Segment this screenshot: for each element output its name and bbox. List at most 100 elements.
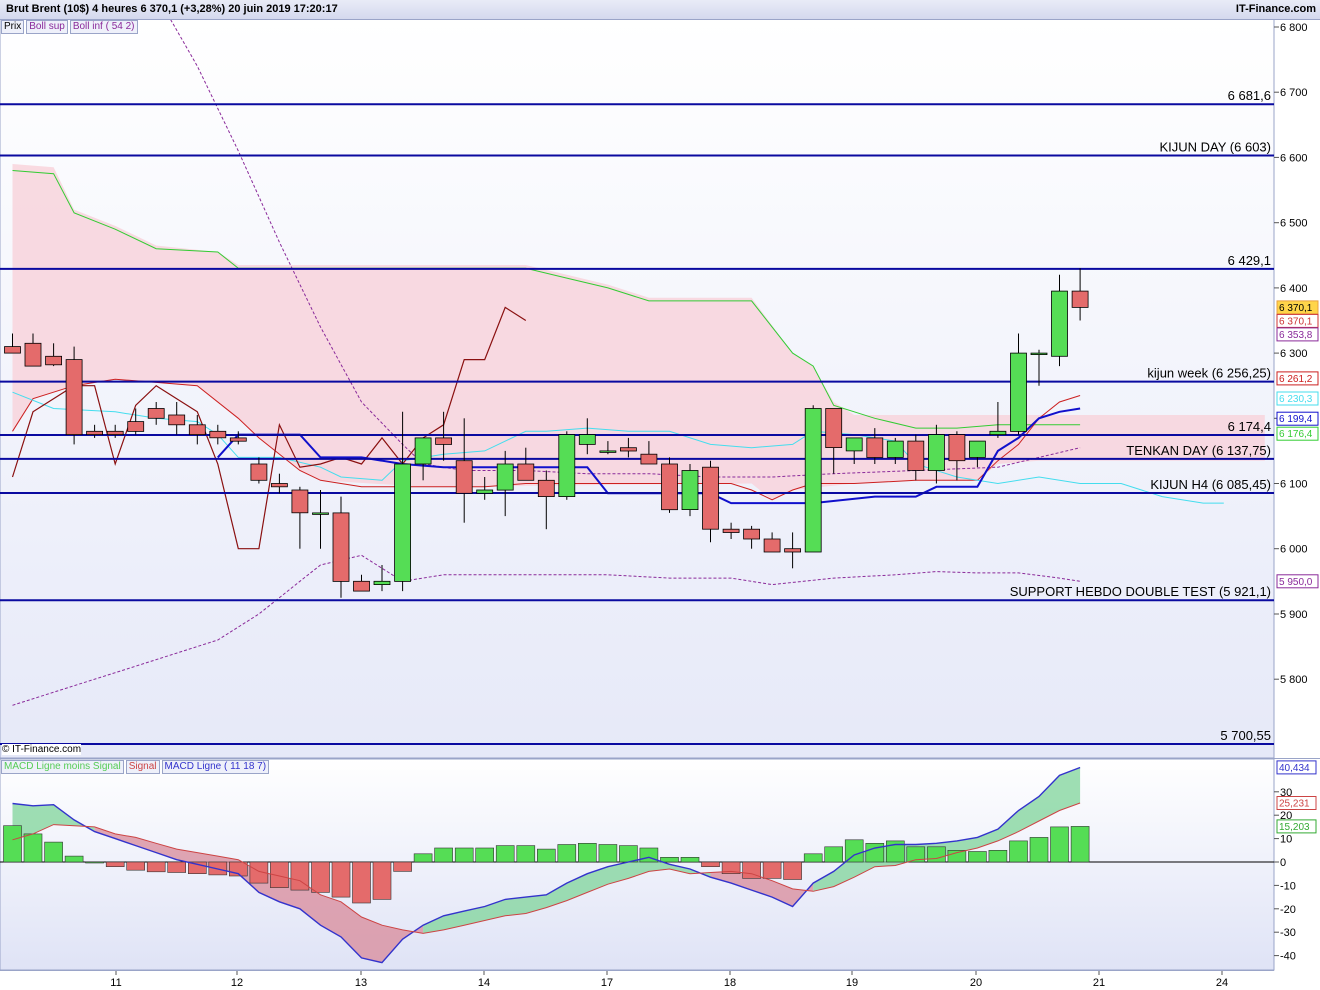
macd-tick-label-1: -30: [1280, 927, 1296, 939]
chart-header: Brut Brent (10$) 4 heures 6 370,1 (+3,28…: [0, 0, 1320, 20]
price-tick-label-6: 6 400: [1280, 283, 1308, 295]
price-tick-label-2: 6 000: [1280, 544, 1308, 556]
macd-histogram-bar-19: [393, 861, 412, 872]
macd-histogram-bar-37: [762, 861, 782, 879]
candle-0: [4, 346, 21, 354]
price-tag-3: 6 261,2: [1279, 374, 1313, 385]
x-tick-label-7: 20: [970, 977, 982, 989]
level-label-1: KIJUN DAY (6 603): [1159, 140, 1271, 155]
candle-6: [127, 421, 145, 432]
candle-9: [188, 424, 206, 435]
candle-30: [620, 447, 637, 452]
macd-histogram-bar-2: [44, 841, 63, 863]
candle-25: [517, 463, 535, 481]
price-tag-4: 6 230,3: [1279, 394, 1313, 405]
x-tick-label-5: 18: [724, 977, 736, 989]
macd-tag-0: 40,434: [1279, 763, 1310, 774]
x-tick-label-3: 14: [478, 977, 490, 989]
candle-4: [86, 430, 103, 435]
macd-histogram-bar-48: [988, 849, 1008, 863]
macd-histogram-bar-14: [290, 861, 310, 891]
candle-51: [1051, 290, 1068, 357]
macd-histogram-bar-3: [64, 855, 84, 863]
x-tick-label-8: 21: [1093, 977, 1105, 989]
candle-1: [24, 342, 42, 367]
candle-22: [455, 460, 473, 494]
macd-histogram-bar-21: [434, 847, 453, 863]
macd-histogram-bar-38: [783, 861, 802, 880]
macd-histogram-bar-41: [844, 839, 864, 863]
candle-20: [414, 437, 432, 465]
macd-histogram-bar-4: [85, 861, 104, 864]
price-tag-2: 6 353,8: [1279, 330, 1313, 341]
macd-histogram-bar-22: [454, 847, 474, 863]
candle-47: [969, 440, 986, 458]
macd-tick-label-5: 10: [1280, 834, 1292, 846]
macd-histogram-bar-40: [824, 846, 844, 863]
macd-histogram-bar-25: [516, 845, 536, 863]
candle-37: [763, 538, 781, 553]
watermark: © IT-Finance.com: [2, 744, 82, 755]
macd-histogram-bar-18: [372, 861, 392, 900]
brand-label[interactable]: IT-Finance.com: [1236, 3, 1316, 15]
candle-49: [1010, 352, 1027, 432]
macd-histogram-bar-24: [495, 845, 515, 863]
macd-histogram-bar-1: [23, 833, 43, 863]
candle-16: [332, 512, 350, 582]
macd-histogram-bar-46: [947, 849, 967, 863]
candle-40: [825, 408, 843, 448]
candle-50: [1030, 352, 1048, 356]
x-tick-label-6: 19: [846, 977, 858, 989]
legend-signal[interactable]: Signal: [125, 760, 160, 774]
candle-14: [291, 489, 309, 514]
candle-52: [1071, 290, 1089, 308]
legend-macd-line[interactable]: MACD Ligne ( 11 18 7): [161, 760, 270, 774]
macd-histogram-bar-45: [927, 846, 946, 863]
macd-histogram-bar-50: [1029, 837, 1049, 863]
candle-32: [661, 463, 678, 511]
legend-prix[interactable]: Prix: [1, 20, 25, 34]
candle-12: [250, 463, 268, 481]
candle-13: [270, 483, 288, 488]
macd-histogram-bar-32: [660, 856, 679, 863]
candle-39: [804, 408, 822, 553]
candle-10: [209, 430, 227, 439]
macd-histogram-bar-17: [352, 861, 371, 904]
candle-48: [989, 430, 1007, 435]
legend-boll-sup[interactable]: Boll sup: [26, 20, 68, 34]
candle-45: [928, 434, 945, 471]
price-tick-label-1: 5 900: [1280, 609, 1308, 621]
candle-33: [681, 470, 699, 510]
candle-27: [558, 434, 576, 498]
macd-histogram-bar-15: [311, 861, 330, 893]
legend-macd-diff[interactable]: MACD Ligne moins Signal: [1, 760, 124, 774]
x-tick-label-1: 12: [231, 977, 243, 989]
macd-histogram-bar-39: [803, 853, 823, 863]
macd-histogram-bar-5: [105, 861, 125, 867]
candle-29: [599, 450, 617, 453]
macd-histogram-bar-51: [1050, 826, 1069, 863]
macd-histogram-bar-20: [413, 853, 433, 863]
candle-43: [886, 440, 904, 458]
price-tag-1: 6 370,1: [1279, 316, 1313, 327]
macd-histogram-bar-16: [331, 861, 351, 898]
legend-boll-inf[interactable]: Boll inf ( 54 2): [69, 20, 138, 34]
candle-21: [435, 437, 453, 445]
price-tick-label-0: 5 800: [1280, 674, 1308, 686]
candle-15: [312, 512, 329, 515]
level-label-0: 6 681,6: [1228, 88, 1271, 103]
candle-5: [106, 430, 124, 435]
macd-histogram-bar-8: [167, 861, 186, 873]
candle-35: [722, 528, 740, 533]
candle-34: [702, 466, 719, 530]
candle-46: [948, 434, 966, 462]
macd-tick-label-2: -20: [1280, 904, 1296, 916]
macd-tick-label-4: 0: [1280, 857, 1286, 869]
candle-31: [640, 453, 658, 465]
x-tick-label-4: 17: [601, 977, 613, 989]
macd-histogram-bar-26: [536, 848, 556, 863]
candle-26: [537, 479, 555, 497]
chart-title: Brut Brent (10$) 4 heures 6 370,1 (+3,28…: [6, 3, 338, 15]
price-tick-label-5: 6 300: [1280, 348, 1308, 360]
level-label-2: 6 429,1: [1228, 253, 1271, 268]
